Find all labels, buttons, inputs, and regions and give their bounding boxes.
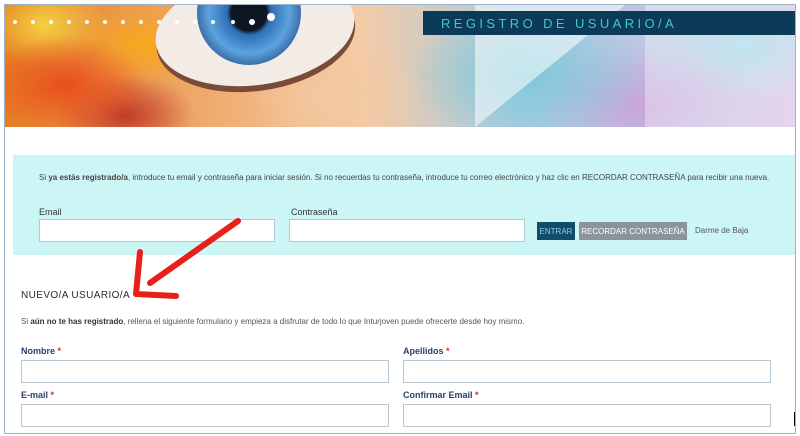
apellidos-input[interactable] <box>403 360 771 383</box>
slider-dot[interactable] <box>49 20 53 24</box>
slider-dot[interactable] <box>175 20 179 24</box>
slider-dot[interactable] <box>231 20 235 24</box>
slider-dot[interactable] <box>157 20 161 24</box>
eye-glint <box>267 13 275 21</box>
remember-password-button[interactable]: RECORDAR CONTRASEÑA <box>579 222 687 240</box>
nombre-input[interactable] <box>21 360 389 383</box>
slider-dot[interactable] <box>121 20 125 24</box>
register-email-input[interactable] <box>21 404 389 427</box>
required-mark: * <box>475 390 479 400</box>
hero-banner: REGISTRO DE USUARIO/A <box>5 5 795 127</box>
login-password-input[interactable] <box>289 219 525 242</box>
unsubscribe-link[interactable]: Darme de Baja <box>695 226 748 235</box>
required-mark: * <box>50 390 55 400</box>
page-title: REGISTRO DE USUARIO/A <box>441 15 678 31</box>
nombre-label: Nombre * <box>21 346 62 356</box>
register-section-title: NUEVO/A USUARIO/A <box>21 290 131 301</box>
login-intro-text: Si ya estás registrado/a, introduce tu e… <box>39 173 770 182</box>
slider-dot[interactable] <box>211 20 215 24</box>
email-label: Email <box>39 207 62 217</box>
page-title-bar: REGISTRO DE USUARIO/A <box>423 11 795 35</box>
required-mark: * <box>57 346 62 356</box>
slider-dot[interactable] <box>67 20 71 24</box>
login-email-input[interactable] <box>39 219 275 242</box>
slider-dot[interactable] <box>31 20 35 24</box>
email-field-label: E-mail * <box>21 390 55 400</box>
apellidos-label: Apellidos * <box>403 346 450 356</box>
page-frame: REGISTRO DE USUARIO/A Si ya estás regist… <box>4 4 796 434</box>
slider-dot-active[interactable] <box>249 19 255 25</box>
confirm-email-input[interactable] <box>403 404 771 427</box>
slider-dot[interactable] <box>139 20 143 24</box>
confirm-email-label: Confirmar Email * <box>403 390 479 400</box>
slider-dot[interactable] <box>13 20 17 24</box>
enter-button[interactable]: ENTRAR <box>537 222 575 240</box>
slider-dot[interactable] <box>193 20 197 24</box>
slider-dot[interactable] <box>85 20 89 24</box>
login-panel: Si ya estás registrado/a, introduce tu e… <box>13 155 795 255</box>
required-mark: * <box>446 346 450 356</box>
register-intro-text: Si aún no te has registrado, rellena el … <box>21 317 525 326</box>
password-label: Contraseña <box>291 207 338 217</box>
text-cursor <box>794 412 795 426</box>
slider-dot[interactable] <box>103 20 107 24</box>
